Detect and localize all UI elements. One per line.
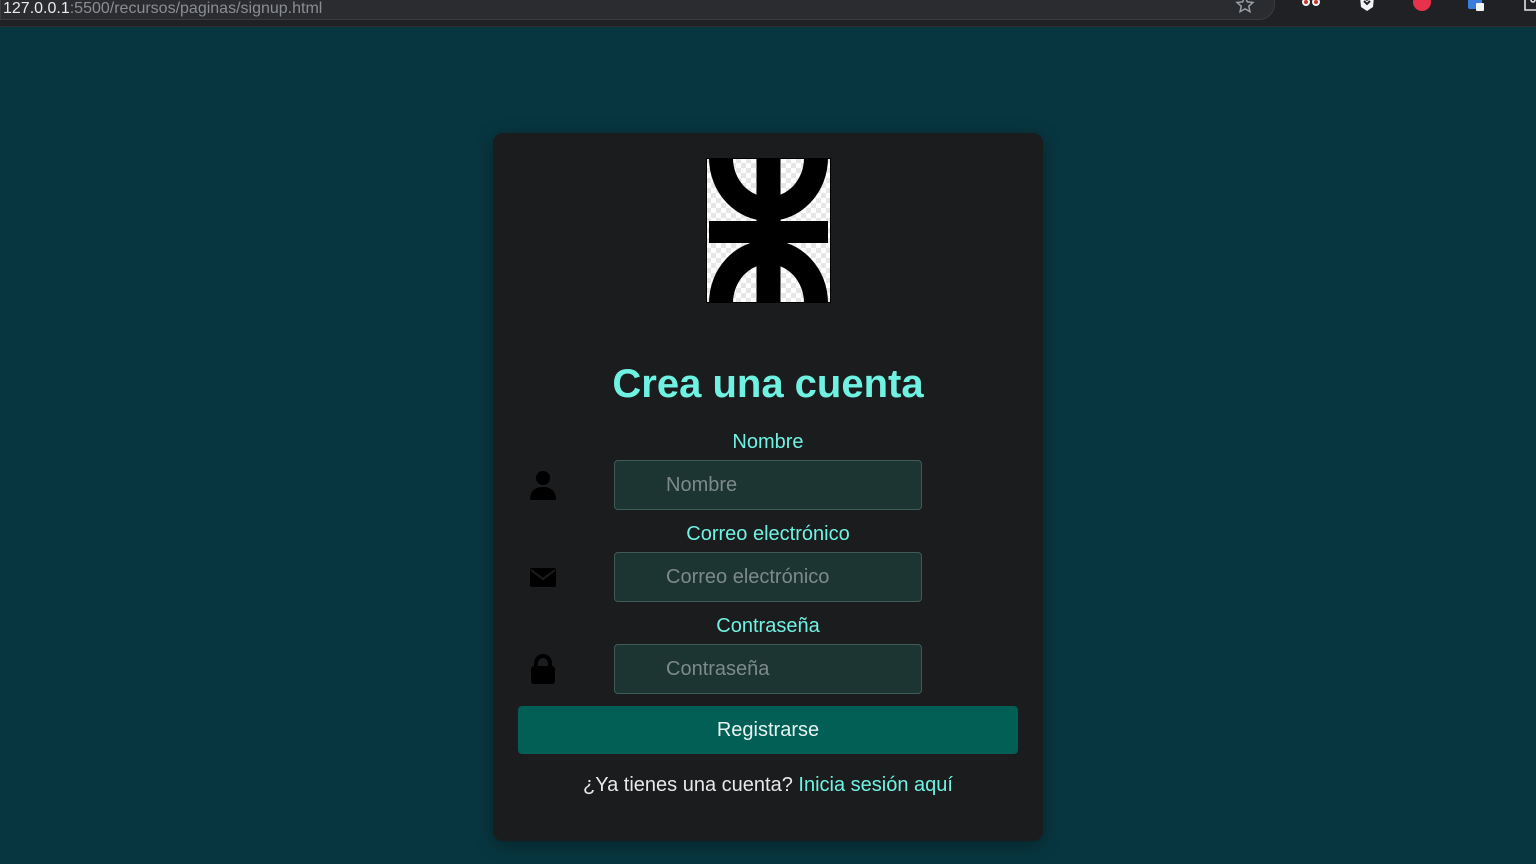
login-prompt: ¿Ya tienes una cuenta? Inicia sesión aqu… (493, 773, 1043, 797)
email-input[interactable] (614, 552, 922, 602)
extension-shield-icon[interactable] (1357, 0, 1377, 13)
bookmark-star-icon[interactable] (1234, 0, 1256, 16)
password-label: Contraseña (716, 615, 820, 637)
login-prompt-text: ¿Ya tienes una cuenta? (583, 774, 793, 796)
utn-logo (706, 158, 831, 303)
extensions-puzzle-icon[interactable] (1522, 0, 1536, 13)
name-input[interactable] (614, 460, 922, 510)
register-button[interactable]: Registrarse (518, 706, 1018, 754)
extension-lock-icon[interactable] (1467, 0, 1487, 13)
name-label: Nombre (732, 431, 804, 453)
page-title: Crea una cuenta (612, 362, 924, 406)
password-input[interactable] (614, 644, 922, 694)
address-text: 127.0.0.1:5500/recursos/paginas/signup.h… (3, 0, 323, 17)
extension-glasses-icon[interactable] (1301, 0, 1321, 13)
signup-card: Crea una cuenta Nombre Correo electrónic… (493, 133, 1043, 841)
login-link[interactable]: Inicia sesión aquí (798, 774, 953, 796)
user-icon (530, 471, 556, 500)
adblock-icon[interactable] (1412, 0, 1432, 13)
email-label: Correo electrónico (686, 523, 850, 545)
browser-toolbar: 127.0.0.1:5500/recursos/paginas/signup.h… (0, 0, 1536, 27)
lock-icon (531, 654, 555, 684)
envelope-icon (530, 568, 556, 587)
address-bar[interactable]: 127.0.0.1:5500/recursos/paginas/signup.h… (0, 0, 1275, 20)
